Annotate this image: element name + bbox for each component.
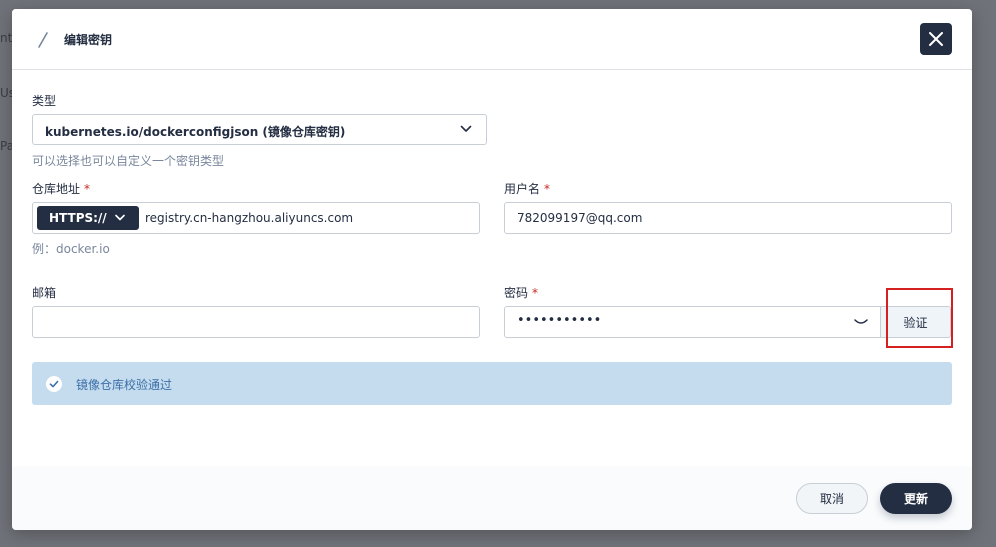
registry-value: registry.cn-hangzhou.aliyuncs.com [145,211,354,225]
highlight-annotation [886,288,953,348]
dialog-header: 编辑密钥 [12,9,972,70]
dialog-title: 编辑密钥 [64,33,113,47]
alert-message: 镜像仓库校验通过 [76,378,173,392]
registry-input[interactable]: HTTPS:// registry.cn-hangzhou.aliyuncs.c… [32,202,480,234]
registry-label: 仓库地址 * [32,180,90,197]
secret-type-value: kubernetes.io/dockerconfigjson (镜像仓库密钥) [45,125,346,139]
email-label: 邮箱 [32,286,57,300]
username-value: 782099197@qq.com [517,211,643,225]
type-hint: 可以选择也可以自定义一个密钥类型 [32,154,225,168]
protocol-value: HTTPS:// [49,211,107,225]
edit-secret-dialog: 编辑密钥 类型 kubernetes.io/dockerconfigjson (… [12,9,972,530]
validation-success-alert: 镜像仓库校验通过 [32,362,952,405]
username-input[interactable]: 782099197@qq.com [504,202,952,234]
check-circle-icon [46,376,62,392]
registry-label-text: 仓库地址 [32,182,81,196]
dialog-footer: 取消 更新 [12,466,972,530]
required-mark: * [532,286,539,300]
type-label: 类型 [32,94,57,108]
cancel-button[interactable]: 取消 [796,483,868,514]
password-label-text: 密码 [504,286,529,300]
username-label: 用户名 * [504,180,550,197]
password-input[interactable]: ••••••••••• [504,306,881,338]
email-input[interactable] [32,306,480,338]
required-mark: * [84,182,91,196]
chevron-down-icon [115,214,125,221]
eye-closed-icon[interactable] [854,317,868,327]
update-button[interactable]: 更新 [880,483,952,514]
password-label: 密码 * [504,284,538,301]
required-mark: * [544,182,551,196]
close-icon [929,32,943,46]
password-value: ••••••••••• [517,313,602,328]
registry-hint: 例：docker.io [32,242,110,256]
secret-type-select[interactable]: kubernetes.io/dockerconfigjson (镜像仓库密钥) [32,114,487,145]
close-button[interactable] [920,23,952,55]
protocol-select[interactable]: HTTPS:// [37,206,139,230]
pencil-icon [38,32,48,48]
chevron-down-icon [460,125,472,132]
username-label-text: 用户名 [504,182,541,196]
